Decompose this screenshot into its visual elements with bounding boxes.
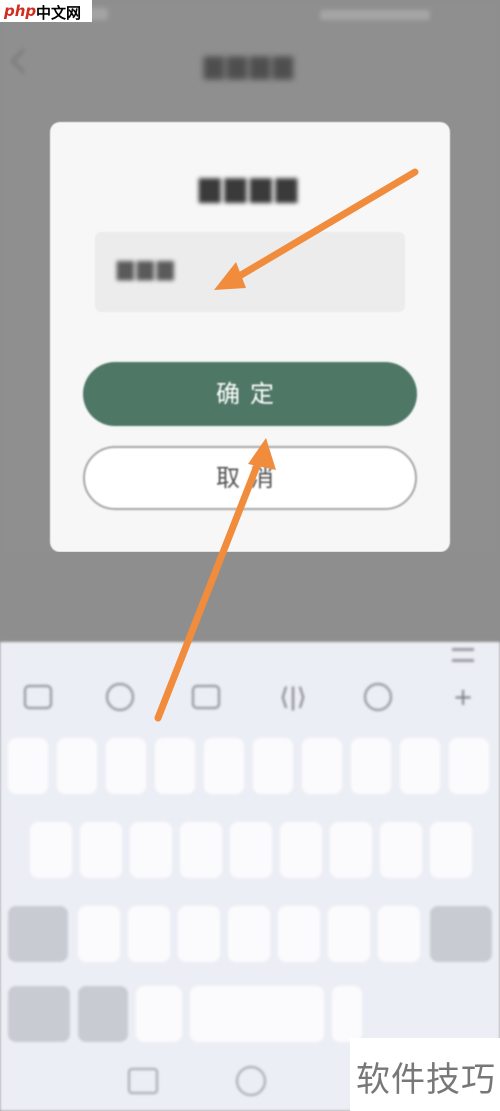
key[interactable] — [128, 906, 170, 962]
key[interactable] — [180, 822, 222, 878]
clipboard-icon[interactable] — [24, 685, 52, 709]
backspace-key[interactable] — [430, 906, 492, 962]
logo-php: php — [4, 2, 37, 20]
key[interactable] — [330, 822, 372, 878]
emoji-icon[interactable] — [106, 683, 134, 711]
keyboard-toolbar: ⟨|⟩ + — [0, 672, 500, 722]
name-input[interactable]: ▆▆▆ — [95, 232, 405, 312]
watermark-text: 软件技巧 — [356, 1060, 496, 1100]
more-icon[interactable]: + — [448, 682, 478, 712]
cancel-button[interactable]: 取消 — [83, 446, 417, 510]
space-key[interactable] — [190, 986, 324, 1042]
confirm-button[interactable]: 确定 — [83, 362, 417, 426]
shift-key[interactable] — [8, 906, 68, 962]
rename-dialog: ▆▆▆▆ ▆▆▆ 确定 取消 — [50, 122, 450, 552]
key[interactable] — [253, 738, 293, 794]
language-key[interactable] — [78, 986, 128, 1042]
key-row-1 — [0, 738, 500, 802]
key[interactable] — [449, 738, 489, 794]
keyboard-collapse-icon[interactable] — [452, 648, 474, 662]
logo-site: 中文网 — [36, 4, 82, 22]
key[interactable] — [351, 738, 391, 794]
voice-icon[interactable] — [236, 1066, 266, 1096]
status-icons — [320, 10, 430, 20]
key[interactable] — [328, 906, 370, 962]
key-row-2 — [0, 822, 500, 886]
name-input-placeholder: ▆▆▆ — [117, 256, 177, 281]
keyboard-switch-icon[interactable] — [128, 1068, 158, 1094]
key[interactable] — [278, 906, 320, 962]
dialog-title: ▆▆▆▆ — [198, 170, 302, 203]
key[interactable] — [400, 738, 440, 794]
key[interactable] — [228, 906, 270, 962]
settings-icon[interactable] — [192, 685, 220, 709]
key[interactable] — [155, 738, 195, 794]
key[interactable] — [302, 738, 342, 794]
period-key[interactable] — [332, 986, 362, 1042]
key[interactable] — [80, 822, 122, 878]
key[interactable] — [230, 822, 272, 878]
corner-watermark: 软件技巧 — [350, 1038, 500, 1111]
key[interactable] — [30, 822, 72, 878]
symbols-key[interactable] — [8, 986, 70, 1042]
app-title: ▆▆▆▆ — [204, 50, 296, 80]
dim-overlay — [0, 552, 500, 642]
comma-key[interactable] — [136, 986, 182, 1042]
search-icon[interactable] — [364, 683, 392, 711]
key[interactable] — [280, 822, 322, 878]
key[interactable] — [430, 822, 472, 878]
key[interactable] — [8, 738, 48, 794]
key[interactable] — [57, 738, 97, 794]
key-row-3 — [0, 906, 500, 970]
site-logo: php 中文网 — [0, 0, 92, 22]
key[interactable] — [130, 822, 172, 878]
key[interactable] — [378, 906, 420, 962]
cursor-move-icon[interactable]: ⟨|⟩ — [278, 682, 308, 712]
key[interactable] — [204, 738, 244, 794]
key[interactable] — [106, 738, 146, 794]
key[interactable] — [78, 906, 120, 962]
key[interactable] — [178, 906, 220, 962]
key[interactable] — [380, 822, 422, 878]
